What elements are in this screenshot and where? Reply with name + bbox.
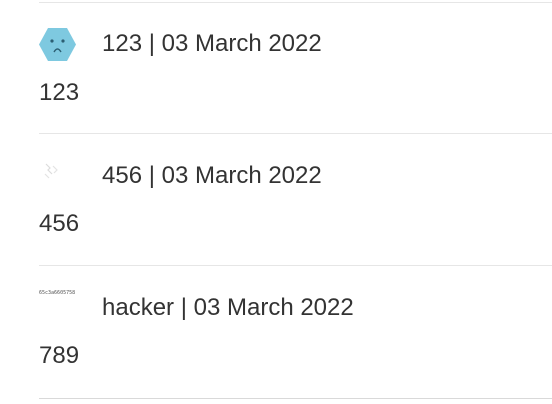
divider: [39, 398, 552, 399]
comment-text: 123: [39, 79, 80, 106]
comment-meta: 123 | 03 March 2022: [102, 30, 322, 58]
comment-item: 456 | 03 March 2022 456: [0, 134, 552, 264]
comment-item: 65c3a6605758 hacker | 03 March 2022 789: [0, 266, 552, 396]
avatar-alt-text: 65c3a6605758: [39, 290, 76, 296]
comment-author: hacker: [102, 294, 175, 321]
comment-date: 03 March 2022: [161, 162, 322, 189]
comment-author: 123: [102, 30, 143, 57]
meta-separator: |: [142, 162, 162, 189]
comment-meta: 456 | 03 March 2022: [102, 162, 322, 190]
meta-separator: |: [174, 294, 194, 321]
meta-separator: |: [142, 30, 162, 57]
comment-meta: hacker | 03 March 2022: [102, 294, 354, 322]
comment-list: 123 | 03 March 2022 123 456 | 03 March 2…: [0, 0, 552, 404]
comment-item: 123 | 03 March 2022 123: [0, 2, 552, 132]
comment-date: 03 March 2022: [193, 294, 354, 321]
broken-image-icon: [44, 163, 58, 179]
hexagon-face-avatar-icon: [39, 28, 76, 61]
comment-date: 03 March 2022: [161, 30, 322, 57]
comment-author: 456: [102, 162, 143, 189]
comment-text: 456: [39, 210, 80, 237]
comment-text: 789: [39, 342, 80, 369]
